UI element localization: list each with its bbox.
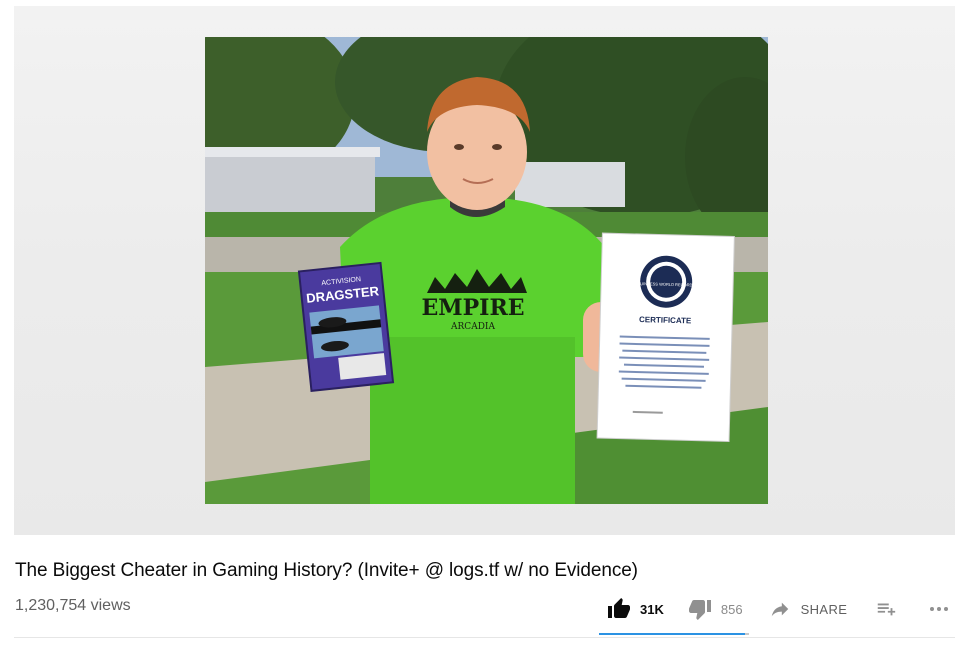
section-divider — [14, 637, 955, 638]
dislike-button[interactable]: 856 — [688, 597, 743, 621]
certificate-label-text: CERTIFICATE — [639, 315, 692, 325]
like-ratio-fill — [599, 633, 745, 635]
shirt-logo-subtext: ARCADIA — [450, 322, 495, 332]
share-arrow-icon — [769, 598, 791, 620]
thumbs-up-icon — [607, 597, 631, 621]
view-count: 1,230,754 views — [15, 597, 131, 614]
dislike-count: 856 — [720, 601, 743, 617]
like-button[interactable]: 31K — [607, 597, 664, 621]
video-actions-bar: 31K 856 SHARE — [600, 596, 951, 622]
video-title: The Biggest Cheater in Gaming History? (… — [15, 560, 638, 581]
video-player[interactable]: EMPIRE ARCADIA ACTIVISION DRAGSTER GUINN… — [14, 6, 955, 535]
save-to-playlist-button[interactable] — [875, 598, 897, 620]
like-dislike-ratio-bar — [599, 633, 749, 635]
playlist-add-icon — [875, 598, 897, 620]
shirt-logo-text: EMPIRE — [421, 295, 524, 321]
more-actions-button[interactable] — [927, 597, 951, 621]
share-label: SHARE — [800, 601, 848, 617]
like-count: 31K — [640, 601, 664, 617]
share-button[interactable]: SHARE — [769, 598, 848, 620]
thumbs-down-icon — [688, 597, 712, 621]
video-thumbnail-image: EMPIRE ARCADIA ACTIVISION DRAGSTER GUINN… — [205, 37, 768, 504]
more-horiz-icon — [927, 597, 951, 621]
